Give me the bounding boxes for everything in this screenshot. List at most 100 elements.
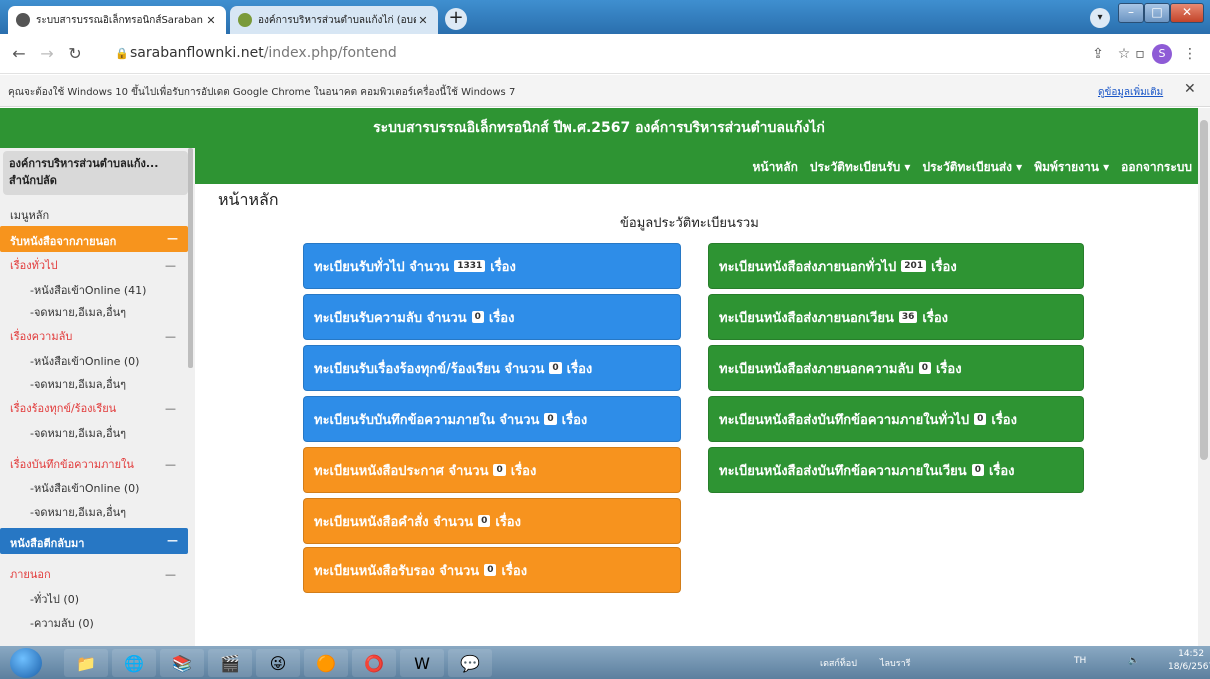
register-outgoing-secret-button[interactable]: ทะเบียนหนังสือส่งภายนอกความลับ 0 เรื่อง (708, 345, 1084, 391)
button-label: ทะเบียนหนังสือส่งภายนอกทั่วไป (719, 259, 897, 275)
count-badge: 0 (484, 564, 497, 576)
sidebar-item-returned-general[interactable]: -ทั่วไป (0) (0, 590, 188, 610)
language-indicator[interactable]: TH (1074, 656, 1086, 666)
reload-icon[interactable]: ↻ (64, 43, 86, 65)
sidebar-item-returned-secret[interactable]: -ความลับ (0) (0, 614, 188, 634)
address-bar[interactable]: sarabanflownki.net/index.php/fontend (130, 45, 397, 61)
close-icon[interactable]: ✕ (1184, 81, 1196, 97)
scrollbar-thumb[interactable] (1200, 120, 1208, 460)
tray-library[interactable]: ไลบรารี (880, 656, 910, 670)
minimize-button[interactable]: – (1118, 3, 1144, 23)
sidebar-item-main-menu[interactable]: เมนูหลัก (0, 206, 188, 226)
word-icon[interactable]: W (400, 649, 444, 677)
nav-outgoing-history[interactable]: ประวัติทะเบียนส่ง ▾ (922, 158, 1022, 177)
tray-desktop[interactable]: เดสก์ท็อป (820, 656, 857, 670)
tab-saraban[interactable]: ระบบสารบรรณอิเล็กทรอนิกส์Saraban ✕ (8, 6, 226, 34)
items-word: เรื่อง (922, 310, 949, 326)
sidebar-section-returned[interactable]: หนังสือตีกลับมา — (0, 528, 188, 554)
lock-icon[interactable]: 🔒 (115, 47, 129, 61)
start-button[interactable] (10, 648, 42, 678)
items-word: เรื่อง (488, 310, 515, 326)
sidebar-scrollbar[interactable] (188, 148, 193, 368)
items-word: เรื่อง (490, 259, 516, 275)
clock-time: 14:52 (1178, 649, 1205, 659)
count-badge: 0 (471, 311, 484, 323)
nav-print-report[interactable]: พิมพ์รายงาน ▾ (1034, 158, 1109, 177)
register-outgoing-general-button[interactable]: ทะเบียนหนังสือส่งภายนอกทั่วไป 201 เรื่อง (708, 243, 1084, 289)
file-explorer-icon[interactable]: 📁 (64, 649, 108, 677)
maximize-button[interactable]: □ (1144, 3, 1170, 23)
profile-avatar[interactable]: S (1152, 44, 1172, 64)
collapse-icon[interactable]: — (165, 256, 176, 276)
collapse-icon[interactable]: — (165, 399, 176, 419)
infobar-more-link[interactable]: ดูข้อมูลเพิ่มเติม (1098, 85, 1163, 100)
count-badge: 0 (918, 362, 931, 374)
sidebar-cat-complaint[interactable]: เรื่องร้องทุกข์/ร้องเรียน — (0, 399, 188, 419)
video-editor-icon[interactable]: 🎬 (208, 649, 252, 677)
cat-label: เรื่องความลับ (10, 330, 73, 343)
back-icon[interactable]: ← (8, 43, 30, 65)
tab-org[interactable]: องค์การบริหารส่วนตำบลแก้งไก่ (อบต.แก้ ✕ (230, 6, 438, 34)
sidebar-item-online-internal[interactable]: -หนังสือเข้าOnline (0) (0, 479, 188, 499)
collapse-icon[interactable]: — (167, 232, 178, 245)
url-path: /index.php/fontend (263, 45, 397, 61)
button-label: ทะเบียนหนังสือส่งภายนอกความลับ (719, 361, 914, 377)
section-title: ข้อมูลประวัติทะเบียนรวม (620, 216, 759, 231)
volume-icon[interactable]: 🔈 (1128, 656, 1139, 666)
chrome-icon[interactable]: ⭕ (352, 649, 396, 677)
org-box: องค์การบริหารส่วนตำบลแก้ง... สำนักปลัด (3, 151, 188, 195)
web-page: ระบบสารบรรณอิเล็กทรอนิกส์ ปีพ.ศ.2567 องค… (0, 108, 1198, 646)
sidebar-item-mail-secret[interactable]: -จดหมาย,อีเมล,อื่นๆ (0, 375, 188, 395)
button-label: ทะเบียนหนังสือส่งภายนอกเวียน (719, 310, 894, 326)
collapse-icon[interactable]: — (165, 565, 176, 585)
sidebar-cat-external[interactable]: ภายนอก — (0, 565, 188, 585)
sidebar-item-mail-complaint[interactable]: -จดหมาย,อีเมล,อื่นๆ (0, 424, 188, 444)
sidebar-item-mail-internal[interactable]: -จดหมาย,อีเมล,อื่นๆ (0, 503, 188, 523)
register-outgoing-internal-general-button[interactable]: ทะเบียนหนังสือส่งบันทึกข้อความภายในทั่วไ… (708, 396, 1084, 442)
nav-incoming-history[interactable]: ประวัติทะเบียนรับ ▾ (810, 158, 911, 177)
page-scrollbar[interactable] (1198, 108, 1210, 646)
sidebar-item-online-general[interactable]: -หนังสือเข้าOnline (41) (0, 281, 188, 301)
new-tab-button[interactable]: + (445, 8, 467, 30)
sidepanel-icon[interactable]: ▫ (1130, 44, 1150, 64)
register-incoming-secret-button[interactable]: ทะเบียนรับความลับ จำนวน 0 เรื่อง (303, 294, 681, 340)
forward-icon[interactable]: → (36, 43, 58, 65)
register-incoming-complaint-button[interactable]: ทะเบียนรับเรื่องร้องทุกข์/ร้องเรียน จำนว… (303, 345, 681, 391)
game-icon[interactable]: 😜 (256, 649, 300, 677)
sidebar-item-mail-general[interactable]: -จดหมาย,อีเมล,อื่นๆ (0, 303, 188, 323)
section-label: รับหนังสือจากภายนอก (10, 235, 117, 248)
register-outgoing-circular-button[interactable]: ทะเบียนหนังสือส่งภายนอกเวียน 36 เรื่อง (708, 294, 1084, 340)
sidebar-cat-general[interactable]: เรื่องทั่วไป — (0, 256, 188, 276)
chrome-profile-icon[interactable]: 🟠 (304, 649, 348, 677)
chevron-down-icon[interactable]: ▾ (1090, 8, 1110, 28)
close-icon[interactable]: ✕ (416, 14, 430, 27)
register-announcement-button[interactable]: ทะเบียนหนังสือประกาศ จำนวน 0 เรื่อง (303, 447, 681, 493)
nav-logout[interactable]: ออกจากระบบ (1121, 158, 1192, 177)
collapse-icon[interactable]: — (165, 455, 176, 475)
count-badge: 201 (901, 260, 927, 272)
count-badge: 0 (971, 464, 984, 476)
button-label: ทะเบียนรับทั่วไป (314, 259, 405, 275)
clock[interactable]: 14:52 18/6/2567 (1168, 648, 1210, 674)
register-incoming-internal-button[interactable]: ทะเบียนรับบันทึกข้อความภายใน จำนวน 0 เรื่อ… (303, 396, 681, 442)
menu-dots-icon[interactable]: ⋮ (1180, 44, 1200, 64)
sidebar-item-online-secret[interactable]: -หนังสือเข้าOnline (0) (0, 352, 188, 372)
line-icon[interactable]: 💬 (448, 649, 492, 677)
winrar-icon[interactable]: 📚 (160, 649, 204, 677)
sidebar-cat-secret[interactable]: เรื่องความลับ — (0, 327, 188, 347)
collapse-icon[interactable]: — (165, 327, 176, 347)
collapse-icon[interactable]: — (167, 534, 178, 547)
share-icon[interactable]: ⇪ (1088, 44, 1108, 64)
register-order-button[interactable]: ทะเบียนหนังสือคำสั่ง จำนวน 0 เรื่อง (303, 498, 681, 544)
sidebar-cat-internal[interactable]: เรื่องบันทึกข้อความภายใน — (0, 455, 188, 475)
amount-word: จำนวน (504, 361, 545, 377)
register-incoming-general-button[interactable]: ทะเบียนรับทั่วไป จำนวน 1331 เรื่อง (303, 243, 681, 289)
edge-icon[interactable]: 🌐 (112, 649, 156, 677)
items-word: เรื่อง (931, 259, 957, 275)
register-outgoing-internal-circular-button[interactable]: ทะเบียนหนังสือส่งบันทึกข้อความภายในเวียน… (708, 447, 1084, 493)
close-icon[interactable]: ✕ (204, 14, 218, 27)
register-certificate-button[interactable]: ทะเบียนหนังสือรับรอง จำนวน 0 เรื่อง (303, 547, 681, 593)
window-close-button[interactable]: ✕ (1170, 3, 1204, 23)
sidebar-section-incoming[interactable]: รับหนังสือจากภายนอก — (0, 226, 188, 252)
nav-home[interactable]: หน้าหลัก (752, 158, 797, 177)
